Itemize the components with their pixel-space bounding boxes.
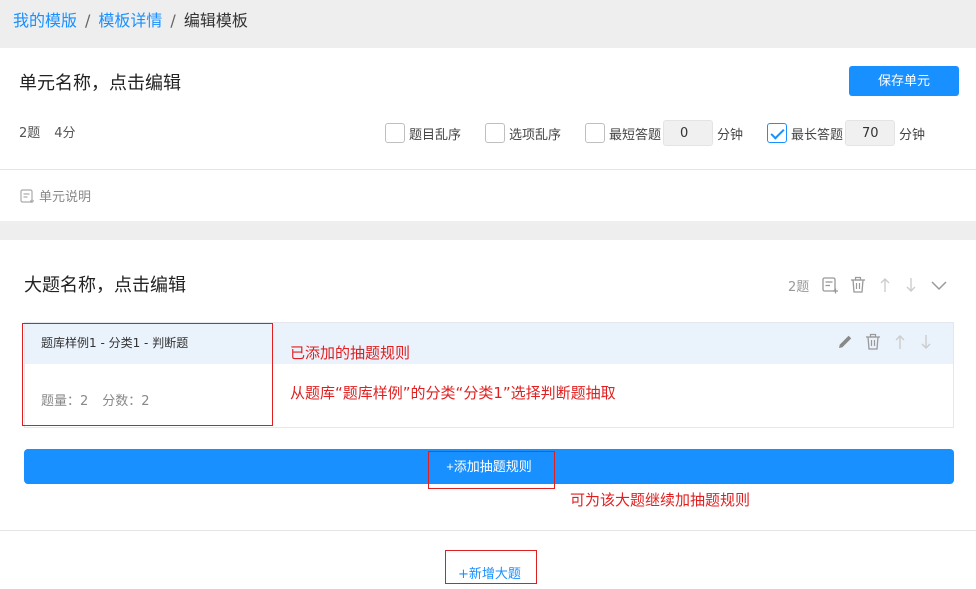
min-time-label: 最短答题 [609, 127, 662, 143]
question-count: 2题 [788, 279, 810, 295]
unit-stats: 2题 4分 [19, 126, 76, 142]
annotation-added-rule: 已添加的抽题规则 [290, 344, 411, 362]
shuffle-options-label: 选项乱序 [509, 127, 562, 143]
divider [0, 530, 976, 531]
annotation-add-more: 可为该大题继续加抽题规则 [570, 491, 751, 509]
unit-question-count: 2题 [19, 126, 41, 141]
unit-description-link[interactable]: 单元说明 [19, 186, 91, 205]
breadcrumb-edit-template: 编辑模板 [183, 11, 248, 30]
annotation-box-rule [22, 323, 273, 426]
max-time-option: 最长答题 分钟 [767, 120, 926, 146]
breadcrumb: 我的模版 / 模板详情 / 编辑模板 [13, 10, 248, 32]
min-time-option: 最短答题 分钟 [585, 120, 744, 146]
save-unit-button[interactable]: 保存单元 [849, 66, 959, 96]
breadcrumb-template-detail[interactable]: 模板详情 [98, 11, 162, 30]
breadcrumb-separator: / [170, 11, 176, 30]
divider [0, 169, 976, 170]
shuffle-questions-checkbox[interactable] [385, 123, 405, 143]
unit-score: 4分 [54, 126, 76, 141]
draw-rule-toolbar [836, 333, 944, 351]
section-separator [0, 221, 976, 240]
unit-title[interactable]: 单元名称，点击编辑 [19, 72, 181, 96]
max-time-input[interactable] [845, 120, 896, 146]
unit-description-label: 单元说明 [39, 190, 92, 205]
breadcrumb-bar: 我的模版 / 模板详情 / 编辑模板 [0, 0, 976, 48]
min-time-checkbox[interactable] [585, 123, 605, 143]
min-time-unit: 分钟 [717, 127, 744, 143]
arrow-up-icon[interactable] [877, 276, 893, 294]
annotation-box-add-rule [428, 451, 555, 489]
breadcrumb-my-templates[interactable]: 我的模版 [13, 11, 77, 30]
max-time-unit: 分钟 [899, 127, 926, 143]
annotation-box-new-question [445, 550, 537, 584]
trash-icon[interactable] [849, 276, 867, 294]
question-title[interactable]: 大题名称，点击编辑 [24, 274, 186, 298]
trash-icon[interactable] [864, 333, 882, 351]
shuffle-questions-option[interactable]: 题目乱序 [385, 121, 461, 145]
arrow-down-icon[interactable] [903, 276, 919, 294]
question-toolbar: 2题 [788, 273, 959, 297]
add-note-icon[interactable] [821, 276, 839, 294]
min-time-input[interactable] [663, 120, 714, 146]
chevron-down-icon[interactable] [929, 276, 949, 294]
note-icon [19, 188, 39, 204]
arrow-up-icon[interactable] [892, 333, 908, 351]
shuffle-questions-label: 题目乱序 [409, 127, 462, 143]
breadcrumb-separator: / [85, 11, 91, 30]
annotation-rule-description: 从题库“题库样例”的分类“分类1”选择判断题抽取 [290, 384, 616, 402]
max-time-label: 最长答题 [791, 127, 844, 143]
edit-pencil-icon[interactable] [836, 333, 854, 351]
arrow-down-icon[interactable] [918, 333, 934, 351]
shuffle-options-option[interactable]: 选项乱序 [485, 121, 561, 145]
shuffle-options-checkbox[interactable] [485, 123, 505, 143]
max-time-checkbox[interactable] [767, 123, 787, 143]
